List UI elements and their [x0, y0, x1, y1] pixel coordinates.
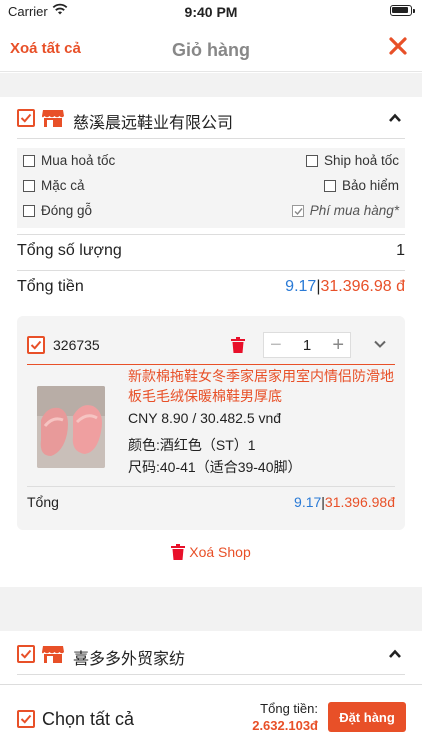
divider: [17, 674, 405, 675]
option-purchase-fee: Phí mua hàng*: [291, 203, 399, 218]
product-image[interactable]: [37, 386, 105, 468]
option-label: Bảo hiểm: [341, 178, 399, 193]
place-order-button[interactable]: Đặt hàng: [328, 702, 406, 732]
total-cny: 9.17: [285, 278, 317, 295]
option-express[interactable]: Mua hoả tốc: [23, 153, 115, 168]
option-label: Phí mua hàng*: [309, 203, 399, 218]
chevron-down-icon[interactable]: [373, 339, 387, 349]
option-label: Mua hoả tốc: [41, 153, 116, 168]
total-money-label: Tổng tiền: [17, 278, 84, 295]
product-size: 尺码:40-41（适合39-40脚）: [128, 459, 302, 475]
store-icon: [42, 110, 64, 127]
shop-header: 喜多多外贸家纺: [0, 634, 422, 674]
option-label: Ship hoả tốc: [323, 153, 399, 168]
product-color: 颜色:酒红色（ST）1: [128, 437, 256, 453]
delete-shop-label: Xoá Shop: [189, 544, 251, 560]
item-checkbox[interactable]: [27, 336, 45, 354]
store-icon: [42, 646, 64, 663]
checkbox[interactable]: [323, 179, 336, 192]
shop-header: 慈溪晨远鞋业有限公司: [0, 98, 422, 138]
shop-checkbox[interactable]: [17, 109, 35, 127]
total-vnd: 31.396.98 đ: [320, 278, 405, 295]
status-bar: Carrier 9:40 PM: [0, 0, 422, 24]
subtotal-cny: 9.17: [294, 494, 322, 510]
battery-icon: [390, 5, 415, 16]
checkbox[interactable]: [305, 154, 318, 167]
option-label: Đóng gỗ: [41, 203, 93, 218]
decrease-button[interactable]: −: [270, 334, 282, 357]
slipper-image: [37, 386, 105, 468]
total-quantity-value: 1: [396, 242, 405, 259]
option-wood-pack[interactable]: Đóng gỗ: [23, 203, 92, 218]
grand-total-label: Tổng tiền:: [260, 701, 318, 716]
total-quantity-row: Tổng số lượng 1: [17, 242, 405, 264]
shop-name: 慈溪晨远鞋业有限公司: [73, 115, 234, 132]
clear-all-button[interactable]: Xoá tất cả: [10, 40, 81, 57]
shop-options-panel: Mua hoả tốc Ship hoả tốc Mặc cả Bảo hiểm…: [17, 148, 405, 228]
total-money-value: 9.17|31.396.98 đ: [285, 278, 405, 295]
checkout-bar: Chọn tất cả Tổng tiền: 2.632.103đ Đặt hà…: [0, 684, 422, 750]
option-insurance[interactable]: Bảo hiểm: [323, 178, 399, 193]
quantity-stepper: − 1 +: [263, 332, 351, 358]
increase-button[interactable]: +: [332, 334, 344, 357]
shop-checkbox[interactable]: [17, 645, 35, 663]
check-icon: [20, 714, 32, 724]
item-subtotal-label: Tổng: [27, 494, 59, 510]
select-all-label[interactable]: Chọn tất cả: [42, 709, 134, 730]
total-money-row: Tổng tiền 9.17|31.396.98 đ: [17, 278, 405, 300]
quantity-value: 1: [302, 336, 312, 354]
chevron-up-icon[interactable]: [388, 649, 402, 659]
trash-icon: [171, 544, 186, 560]
checkbox[interactable]: [23, 154, 35, 167]
check-icon: [20, 649, 32, 659]
option-bargain[interactable]: Mặc cả: [23, 178, 85, 193]
section-gap: [0, 587, 422, 631]
grand-total-value: 2.632.103đ: [252, 718, 318, 733]
option-label: Mặc cả: [41, 178, 85, 193]
shop-name: 喜多多外贸家纺: [73, 651, 186, 668]
checkbox[interactable]: [23, 179, 35, 192]
option-ship-express[interactable]: Ship hoả tốc: [305, 153, 399, 168]
chevron-up-icon[interactable]: [388, 113, 402, 123]
divider: [27, 364, 395, 365]
close-icon[interactable]: [388, 36, 408, 56]
select-all-checkbox[interactable]: [17, 710, 35, 728]
item-id: 326735: [53, 337, 100, 353]
divider: [17, 270, 405, 271]
divider: [17, 138, 405, 139]
section-gap: [0, 73, 422, 97]
product-title[interactable]: 新款棉拖鞋女冬季家居家用室内情侣防滑地板毛毛绒保暖棉鞋男厚底: [128, 366, 400, 406]
clock: 9:40 PM: [184, 4, 238, 20]
item-subtotal-value: 9.17|31.396.98đ: [294, 494, 395, 510]
check-icon: [30, 340, 42, 350]
delete-shop-button[interactable]: Xoá Shop: [0, 544, 422, 560]
product-price: CNY 8.90 / 30.482.5 vnđ: [128, 410, 282, 426]
checkbox: [291, 204, 304, 217]
subtotal-vnd: 31.396.98đ: [324, 494, 395, 510]
cart-item-card: 326735 − 1 + 新款棉拖鞋女冬季家居家用室内情侣防滑地板毛毛绒保暖棉鞋…: [17, 316, 405, 530]
total-quantity-label: Tổng số lượng: [17, 242, 122, 259]
trash-icon[interactable]: [231, 337, 245, 353]
check-icon: [294, 207, 303, 215]
divider: [27, 486, 395, 487]
divider: [17, 234, 405, 235]
checkbox[interactable]: [23, 204, 35, 217]
check-icon: [20, 113, 32, 123]
nav-bar: Xoá tất cả Giỏ hàng: [0, 26, 422, 72]
